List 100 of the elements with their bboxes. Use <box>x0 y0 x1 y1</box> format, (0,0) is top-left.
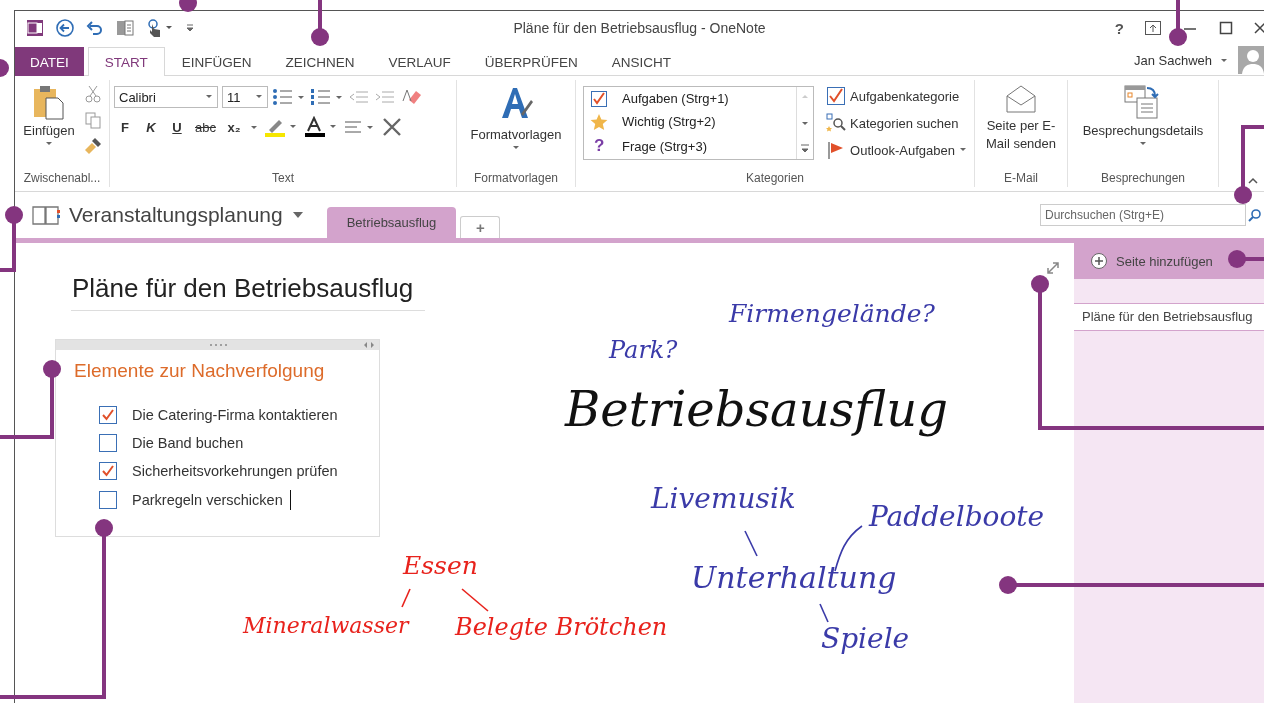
ink-stroke <box>401 588 411 608</box>
todo-text: Die Catering-Firma kontaktieren <box>132 407 338 423</box>
clear-formatting-icon[interactable] <box>400 87 422 107</box>
todo-text: Sicherheitsvorkehrungen prüfen <box>132 463 338 479</box>
ink-stroke <box>819 603 829 623</box>
ink-stroke <box>461 588 489 612</box>
format-button[interactable]: abc <box>192 119 219 135</box>
page-title[interactable]: Pläne für den Betriebsausflug <box>71 273 425 311</box>
callout-line <box>311 0 329 46</box>
notebook-icon[interactable] <box>31 203 61 227</box>
ribbon-tab[interactable]: ÜBERPRÜFEN <box>467 47 595 76</box>
group-label: Zwischenabl... <box>23 171 101 187</box>
paste-button[interactable]: Einfügen <box>21 82 77 149</box>
touch-mode-icon[interactable] <box>145 18 175 38</box>
collapse-ribbon-icon[interactable] <box>1248 177 1258 185</box>
add-page-button[interactable]: Seite hinzufügen <box>1074 243 1264 279</box>
ribbon-tab[interactable]: START <box>87 47 165 76</box>
tag-action[interactable]: Outlook-Aufgaben <box>850 142 955 158</box>
meeting-details-button[interactable]: Besprechungsdetails <box>1080 82 1206 149</box>
callout-marker <box>0 59 9 77</box>
tag-action[interactable]: Kategorien suchen <box>850 115 959 131</box>
callout-line <box>0 206 23 272</box>
page-view-icon[interactable] <box>115 18 135 38</box>
text-cursor <box>289 490 291 510</box>
group-label: Besprechungen <box>1100 171 1186 187</box>
font-size-dropdown[interactable]: 11 <box>222 86 268 108</box>
todo-text: Parkregeln verschicken <box>132 492 283 508</box>
group-label: Formatvorlagen <box>473 171 558 187</box>
todo-text: Die Band buchen <box>132 435 244 451</box>
email-page-button[interactable]: Seite per E-Mail senden <box>977 82 1065 155</box>
ribbon-tab[interactable]: ANSICHT <box>594 47 689 76</box>
font-family-dropdown[interactable]: Calibri <box>114 86 218 108</box>
callout-line <box>1228 250 1264 268</box>
callout-line <box>1169 0 1187 46</box>
window-title: Pläne für den Betriebsausflug - OneNote <box>513 20 766 36</box>
drag-handle-icon[interactable] <box>207 342 228 348</box>
notebook-name[interactable]: Veranstaltungsplanung <box>69 203 283 227</box>
page-list-item[interactable]: Pläne für den Betriebsausflug <box>1074 304 1264 331</box>
checkbox[interactable] <box>99 491 117 509</box>
ink-stroke <box>744 530 758 557</box>
bullet-list-icon[interactable] <box>272 87 306 107</box>
clipboard-icon <box>32 84 66 120</box>
handwritten-text: Paddelboote <box>869 503 1045 531</box>
user-name[interactable]: Jan Sachweh <box>1133 52 1212 68</box>
help-button[interactable]: ? <box>1114 19 1124 37</box>
format-button[interactable]: K <box>140 119 162 135</box>
group-label: E-Mail <box>1004 171 1038 187</box>
checkbox-icon <box>590 89 609 108</box>
tag-action[interactable]: Aufgabenkategorie <box>850 88 960 104</box>
undo-icon[interactable] <box>85 18 105 38</box>
search-field[interactable]: Durchsuchen (Strg+E) <box>1040 204 1246 226</box>
maximize-icon[interactable] <box>1218 20 1234 36</box>
ribbon-tab[interactable]: DATEI <box>15 47 84 76</box>
ribbon-tab[interactable]: EINFÜGEN <box>164 47 269 76</box>
cut-icon[interactable] <box>82 84 103 104</box>
caret-icon <box>512 145 520 151</box>
group-label: Text <box>272 171 294 187</box>
caret-icon[interactable] <box>958 146 967 154</box>
find-tags-icon <box>826 113 847 133</box>
font-color-icon[interactable] <box>302 116 339 138</box>
tag-item[interactable]: Aufgaben (Strg+1) <box>622 91 729 107</box>
handwritten-text: Unterhaltung <box>691 563 897 593</box>
search-icon[interactable] <box>1248 208 1262 222</box>
styles-button[interactable]: Formatvorlagen <box>468 82 564 153</box>
add-section-button[interactable]: + <box>460 216 501 238</box>
handwritten-text: Livemusik <box>651 485 796 513</box>
ribbon-tab[interactable]: ZEICHNEN <box>268 47 372 76</box>
checkbox[interactable] <box>99 406 117 424</box>
handwritten-text: Mineralwasser <box>243 615 409 637</box>
resize-arrows-icon[interactable] <box>363 342 375 348</box>
section-tab[interactable]: Betriebsausflug <box>326 207 457 238</box>
star-icon <box>590 113 609 131</box>
checkbox[interactable] <box>99 434 117 452</box>
handwritten-text: Belegte Brötchen <box>455 615 668 639</box>
format-button[interactable]: F <box>114 119 136 135</box>
format-button[interactable]: U <box>166 119 188 135</box>
envelope-icon <box>1004 84 1038 114</box>
caret-icon <box>45 141 53 147</box>
handwritten-text: Park? <box>609 338 678 362</box>
caret-icon <box>1139 141 1147 147</box>
handwritten-text: Essen <box>403 553 478 578</box>
ribbon-display-icon[interactable] <box>1144 20 1162 36</box>
delete-icon[interactable] <box>380 116 403 138</box>
back-icon[interactable] <box>55 18 75 38</box>
checkbox[interactable] <box>99 462 117 480</box>
checkbox-icon <box>826 86 847 106</box>
format-button[interactable]: x₂ <box>222 119 245 135</box>
numbered-list-icon[interactable] <box>310 87 344 107</box>
tag-item[interactable]: Wichtig (Strg+2) <box>622 114 716 130</box>
expand-icon[interactable] <box>1046 261 1060 275</box>
tags-gallery[interactable]: Aufgaben (Strg+1) Wichtig (Strg+2) ? Frage (Strg+3) <box>583 86 815 160</box>
note-heading: Elemente zur Nachverfolgung <box>74 360 326 382</box>
question-icon: ? <box>590 136 609 157</box>
onenote-logo-icon <box>25 18 45 38</box>
ribbon-tab[interactable]: VERLAUF <box>371 47 468 76</box>
close-icon[interactable] <box>1254 20 1264 36</box>
handwritten-text: Spiele <box>821 625 910 653</box>
callout-marker <box>179 0 197 12</box>
tag-item[interactable]: Frage (Strg+3) <box>622 138 707 154</box>
caret-icon <box>205 94 213 100</box>
